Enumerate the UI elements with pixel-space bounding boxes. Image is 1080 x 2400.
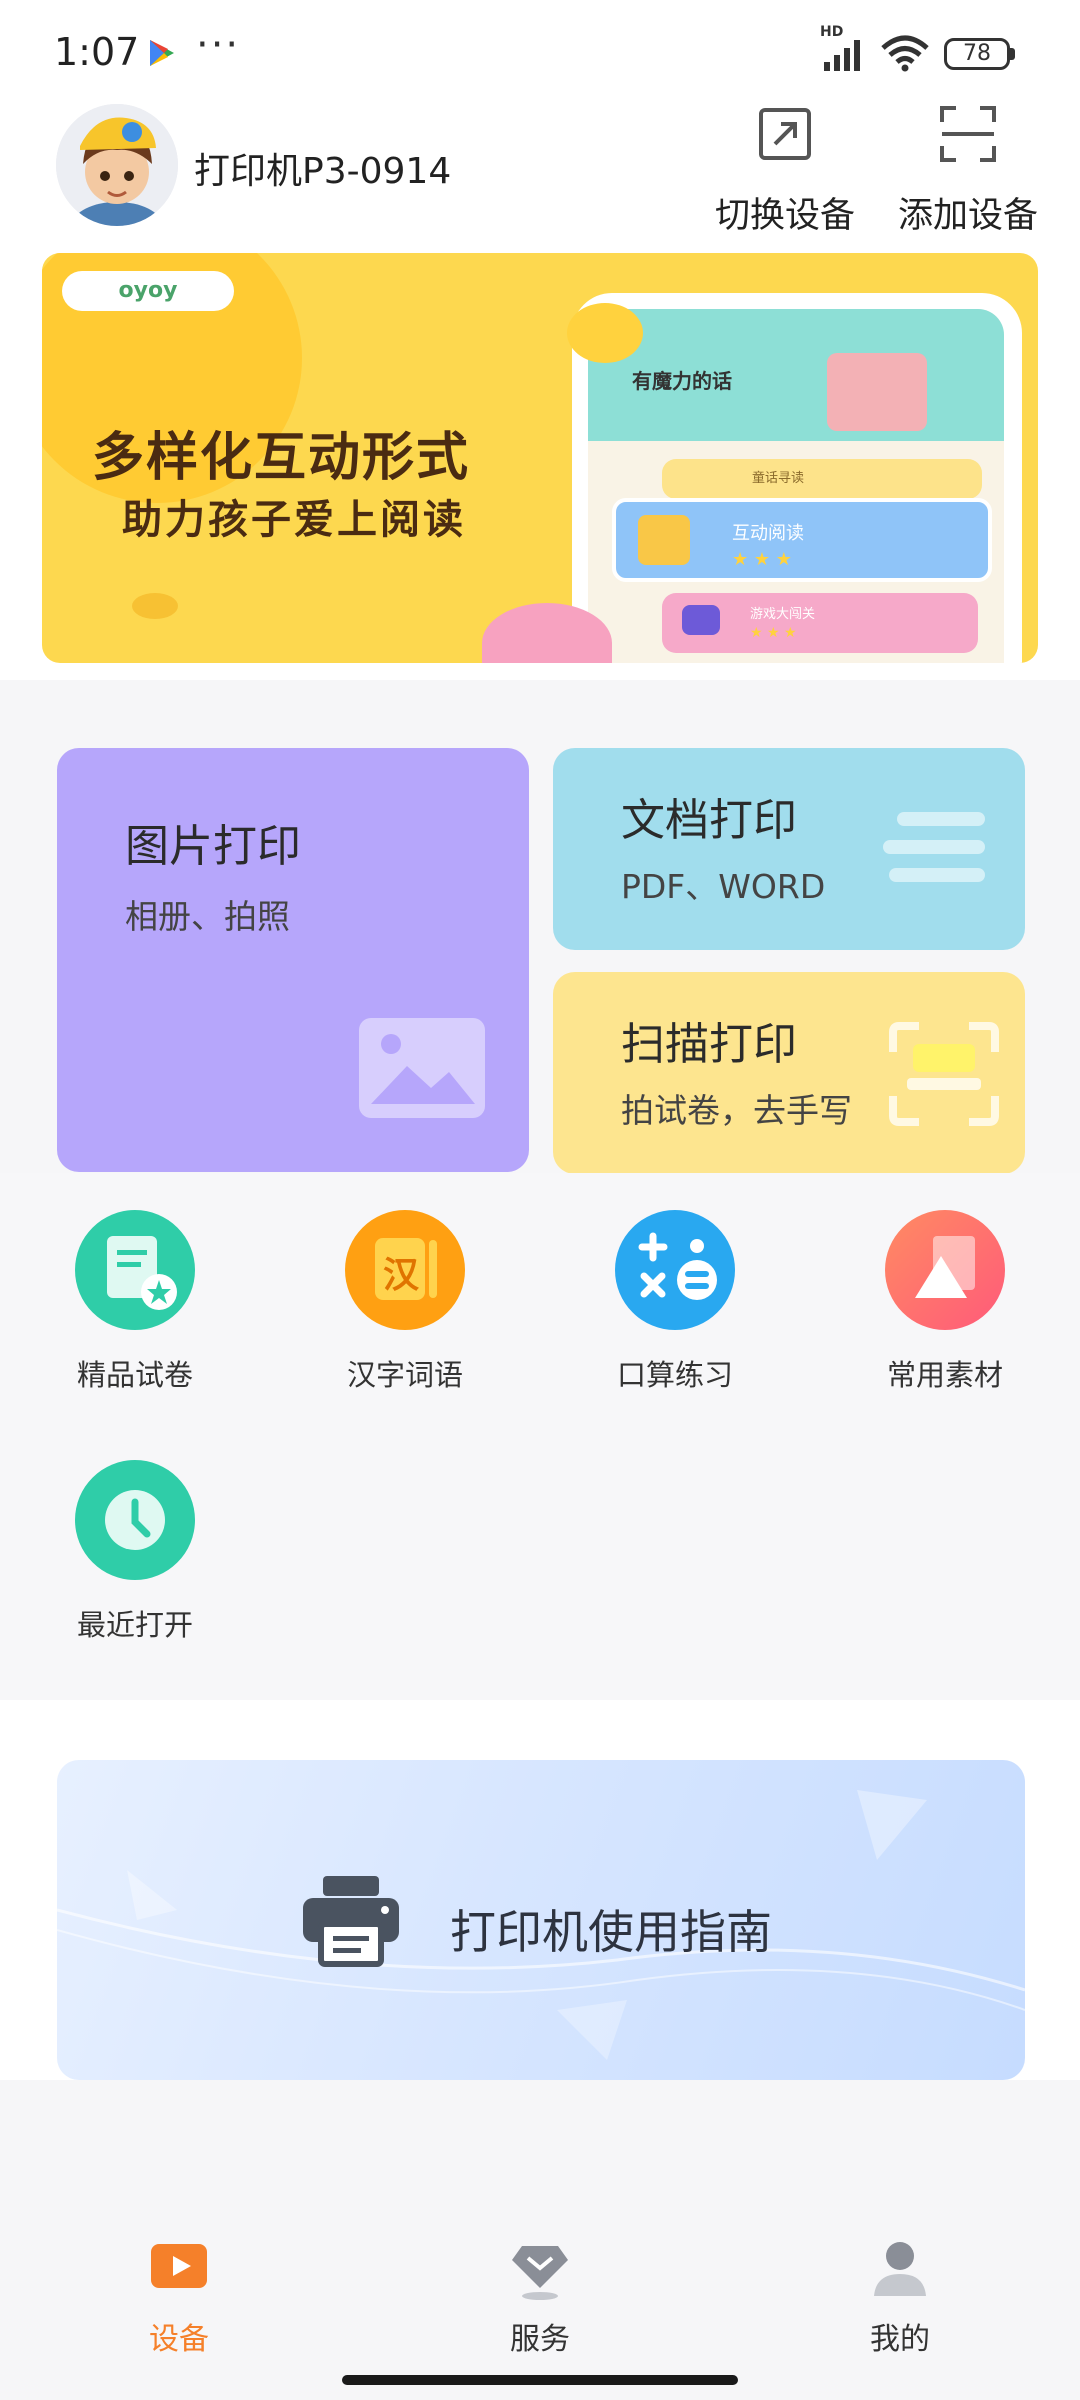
shortcut-chinese-words[interactable]: 汉 汉字词语 <box>305 1210 505 1394</box>
scan-print-card[interactable]: 扫描打印 拍试卷，去手写 <box>553 972 1025 1174</box>
shortcut-recently-opened[interactable]: 最近打开 <box>35 1460 235 1644</box>
scan-print-subtitle: 拍试卷，去手写 <box>621 1091 852 1130</box>
avatar[interactable] <box>56 104 178 226</box>
shortcut-chinese-words-label: 汉字词语 <box>346 1358 463 1392</box>
banner-spot-decoration <box>132 593 178 619</box>
switch-device-icon <box>759 108 811 160</box>
cartoon-boy-avatar-icon <box>56 104 178 226</box>
battery-icon: 78 <box>944 38 1010 70</box>
battery-tip <box>1010 48 1015 60</box>
exam-paper-icon <box>75 1210 195 1330</box>
shortcut-premium-papers-label: 精品试卷 <box>76 1358 193 1392</box>
shortcut-recently-opened-label: 最近打开 <box>76 1608 193 1642</box>
math-practice-icon <box>615 1210 735 1330</box>
star-rating-icon: ★ ★ ★ <box>732 549 792 570</box>
status-time: 1:07 <box>54 30 140 74</box>
rocket-icon <box>682 605 720 635</box>
document-lines-icon <box>883 812 985 882</box>
chinese-character-icon: 汉 <box>345 1210 465 1330</box>
image-icon <box>359 1018 485 1118</box>
switch-device-button[interactable]: 切换设备 <box>710 104 860 238</box>
shortcut-mental-math-label: 口算练习 <box>616 1358 733 1392</box>
printer-icon <box>303 1876 399 1967</box>
banner-title: 多样化互动形式 <box>92 428 471 488</box>
shortcut-premium-papers[interactable]: 精品试卷 <box>35 1210 235 1394</box>
banner-logo: oyoy <box>62 271 234 311</box>
device-play-icon <box>151 2244 207 2288</box>
banner-row-bottom-label: 游戏大闯关 <box>750 607 816 622</box>
banner-page-indicator <box>1004 631 1018 645</box>
promo-banner[interactable]: oyoy 多样化互动形式 助力孩子爱上阅读 有魔力的话 童话寻读 互动阅读 ★ … <box>42 253 1038 663</box>
materials-icon <box>885 1210 1005 1330</box>
photo-print-subtitle: 相册、拍照 <box>125 897 290 936</box>
star-rating-icon: ★ ★ ★ <box>750 625 797 641</box>
photo-print-card[interactable]: 图片打印 相册、拍照 <box>57 748 529 1172</box>
diamond-icon <box>512 2246 568 2300</box>
add-device-label: 添加设备 <box>897 196 1038 236</box>
banner-subtitle: 助力孩子爱上阅读 <box>122 497 466 543</box>
printer-guide-label: 打印机使用指南 <box>450 1905 772 1959</box>
banner-illustration <box>827 353 927 431</box>
scan-qr-icon <box>940 106 996 162</box>
tab-services-label: 服务 <box>510 2322 570 2357</box>
recent-clock-icon <box>75 1460 195 1580</box>
tab-devices-label: 设备 <box>149 2322 209 2357</box>
shortcut-mental-math[interactable]: 口算练习 <box>575 1210 775 1394</box>
banner-phone-title: 有魔力的话 <box>632 369 732 393</box>
scan-print-title: 扫描打印 <box>621 1019 797 1070</box>
tab-profile[interactable]: 我的 <box>800 2236 1000 2358</box>
photo-print-title: 图片打印 <box>125 821 301 872</box>
tab-profile-label: 我的 <box>870 2322 930 2357</box>
chinese-character-glyph: 汉 <box>383 1255 420 1296</box>
banner-logo-text: oyoy <box>118 278 178 303</box>
banner-row-top: 童话寻读 <box>662 459 982 499</box>
document-print-title: 文档打印 <box>621 795 797 846</box>
scan-frame-icon <box>889 1022 999 1126</box>
add-device-button[interactable]: 添加设备 <box>893 104 1043 238</box>
signal-icon <box>824 40 860 71</box>
document-print-card[interactable]: 文档打印 PDF、WORD <box>553 748 1025 950</box>
play-store-icon <box>150 40 174 66</box>
more-notifications-icon: ··· <box>196 22 241 68</box>
shortcut-common-materials[interactable]: 常用素材 <box>845 1210 1045 1394</box>
tab-services[interactable]: 服务 <box>440 2236 640 2358</box>
document-print-subtitle: PDF、WORD <box>621 867 826 906</box>
person-icon <box>874 2242 926 2296</box>
banner-row-middle-label: 互动阅读 <box>732 523 804 544</box>
shortcut-common-materials-label: 常用素材 <box>886 1358 1003 1392</box>
tab-devices[interactable]: 设备 <box>79 2236 279 2358</box>
banner-row-top-label: 童话寻读 <box>752 471 805 486</box>
home-indicator[interactable] <box>342 2375 738 2385</box>
device-name[interactable]: 打印机P3-0914 <box>194 142 451 194</box>
notebook-icon <box>638 515 690 565</box>
chick-mascot-icon <box>567 303 643 363</box>
wifi-icon <box>881 35 929 72</box>
switch-device-label: 切换设备 <box>714 196 855 236</box>
